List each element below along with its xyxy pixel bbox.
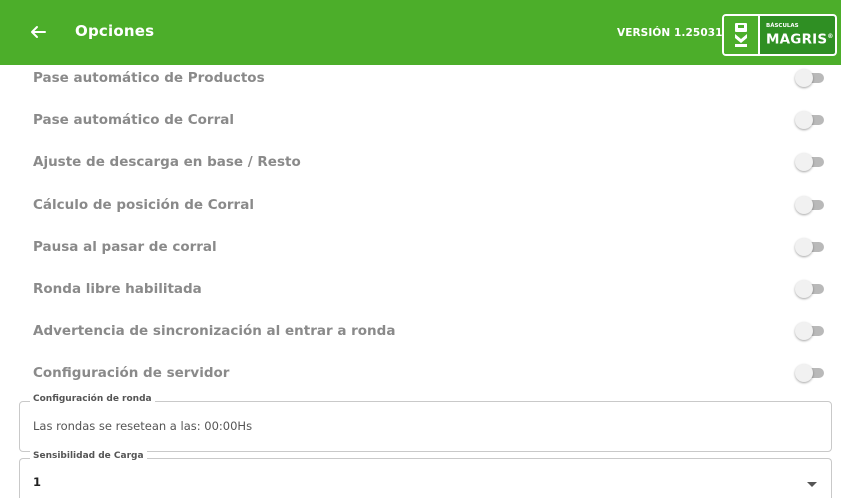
option-row-calculo-posicion[interactable]: Cálculo de posición de Corral	[0, 184, 841, 226]
ronda-config-field[interactable]: Configuración de ronda Las rondas se res…	[19, 394, 832, 452]
sensibilidad-value: 1	[33, 475, 42, 489]
option-label: Ronda libre habilitada	[33, 281, 202, 297]
toggle-switch[interactable]	[795, 280, 825, 298]
option-label: Advertencia de sincronización al entrar …	[33, 323, 396, 339]
logo-mark-icon	[724, 16, 760, 54]
caret-down-icon[interactable]	[807, 482, 817, 487]
toggle-switch[interactable]	[795, 153, 825, 171]
option-row-configuracion-servidor[interactable]: Configuración de servidor	[0, 352, 841, 394]
field-legend: Configuración de ronda	[30, 394, 155, 404]
toggle-switch[interactable]	[795, 238, 825, 256]
toggle-switch[interactable]	[795, 322, 825, 340]
option-label: Pausa al pasar de corral	[33, 239, 217, 255]
logo-brand-text: MAGRIS®	[766, 31, 834, 48]
toggle-switch[interactable]	[795, 111, 825, 129]
toggle-switch[interactable]	[795, 364, 825, 382]
app-bar: Opciones VERSIÓN 1.250317 BÁSCULAS MAGRI…	[0, 0, 841, 65]
option-row-ronda-libre[interactable]: Ronda libre habilitada	[0, 268, 841, 310]
option-label: Pase automático de Corral	[33, 112, 234, 128]
logo-text: BÁSCULAS MAGRIS®	[760, 16, 835, 54]
page-title: Opciones	[75, 22, 155, 40]
option-row-pase-productos[interactable]: Pase automático de Productos	[0, 57, 841, 99]
toggle-switch[interactable]	[795, 196, 825, 214]
toggle-switch[interactable]	[795, 69, 825, 87]
option-row-pausa-corral[interactable]: Pausa al pasar de corral	[0, 226, 841, 268]
option-row-advertencia-sincronizacion[interactable]: Advertencia de sincronización al entrar …	[0, 310, 841, 352]
option-label: Pase automático de Productos	[33, 70, 265, 86]
option-row-pase-corral[interactable]: Pase automático de Corral	[0, 99, 841, 141]
option-row-ajuste-descarga[interactable]: Ajuste de descarga en base / Resto	[0, 141, 841, 183]
option-label: Configuración de servidor	[33, 365, 230, 381]
arrow-left-icon	[31, 26, 46, 38]
option-label: Cálculo de posición de Corral	[33, 197, 254, 213]
ronda-reset-text: Las rondas se resetean a las: 00:00Hs	[33, 419, 253, 433]
brand-logo: BÁSCULAS MAGRIS®	[722, 14, 837, 56]
version-label: VERSIÓN 1.250317	[617, 27, 730, 39]
sensibilidad-carga-select[interactable]: Sensibilidad de Carga 1	[19, 451, 832, 498]
option-label: Ajuste de descarga en base / Resto	[33, 154, 301, 170]
back-button[interactable]	[24, 18, 52, 46]
field-legend: Sensibilidad de Carga	[30, 451, 147, 461]
